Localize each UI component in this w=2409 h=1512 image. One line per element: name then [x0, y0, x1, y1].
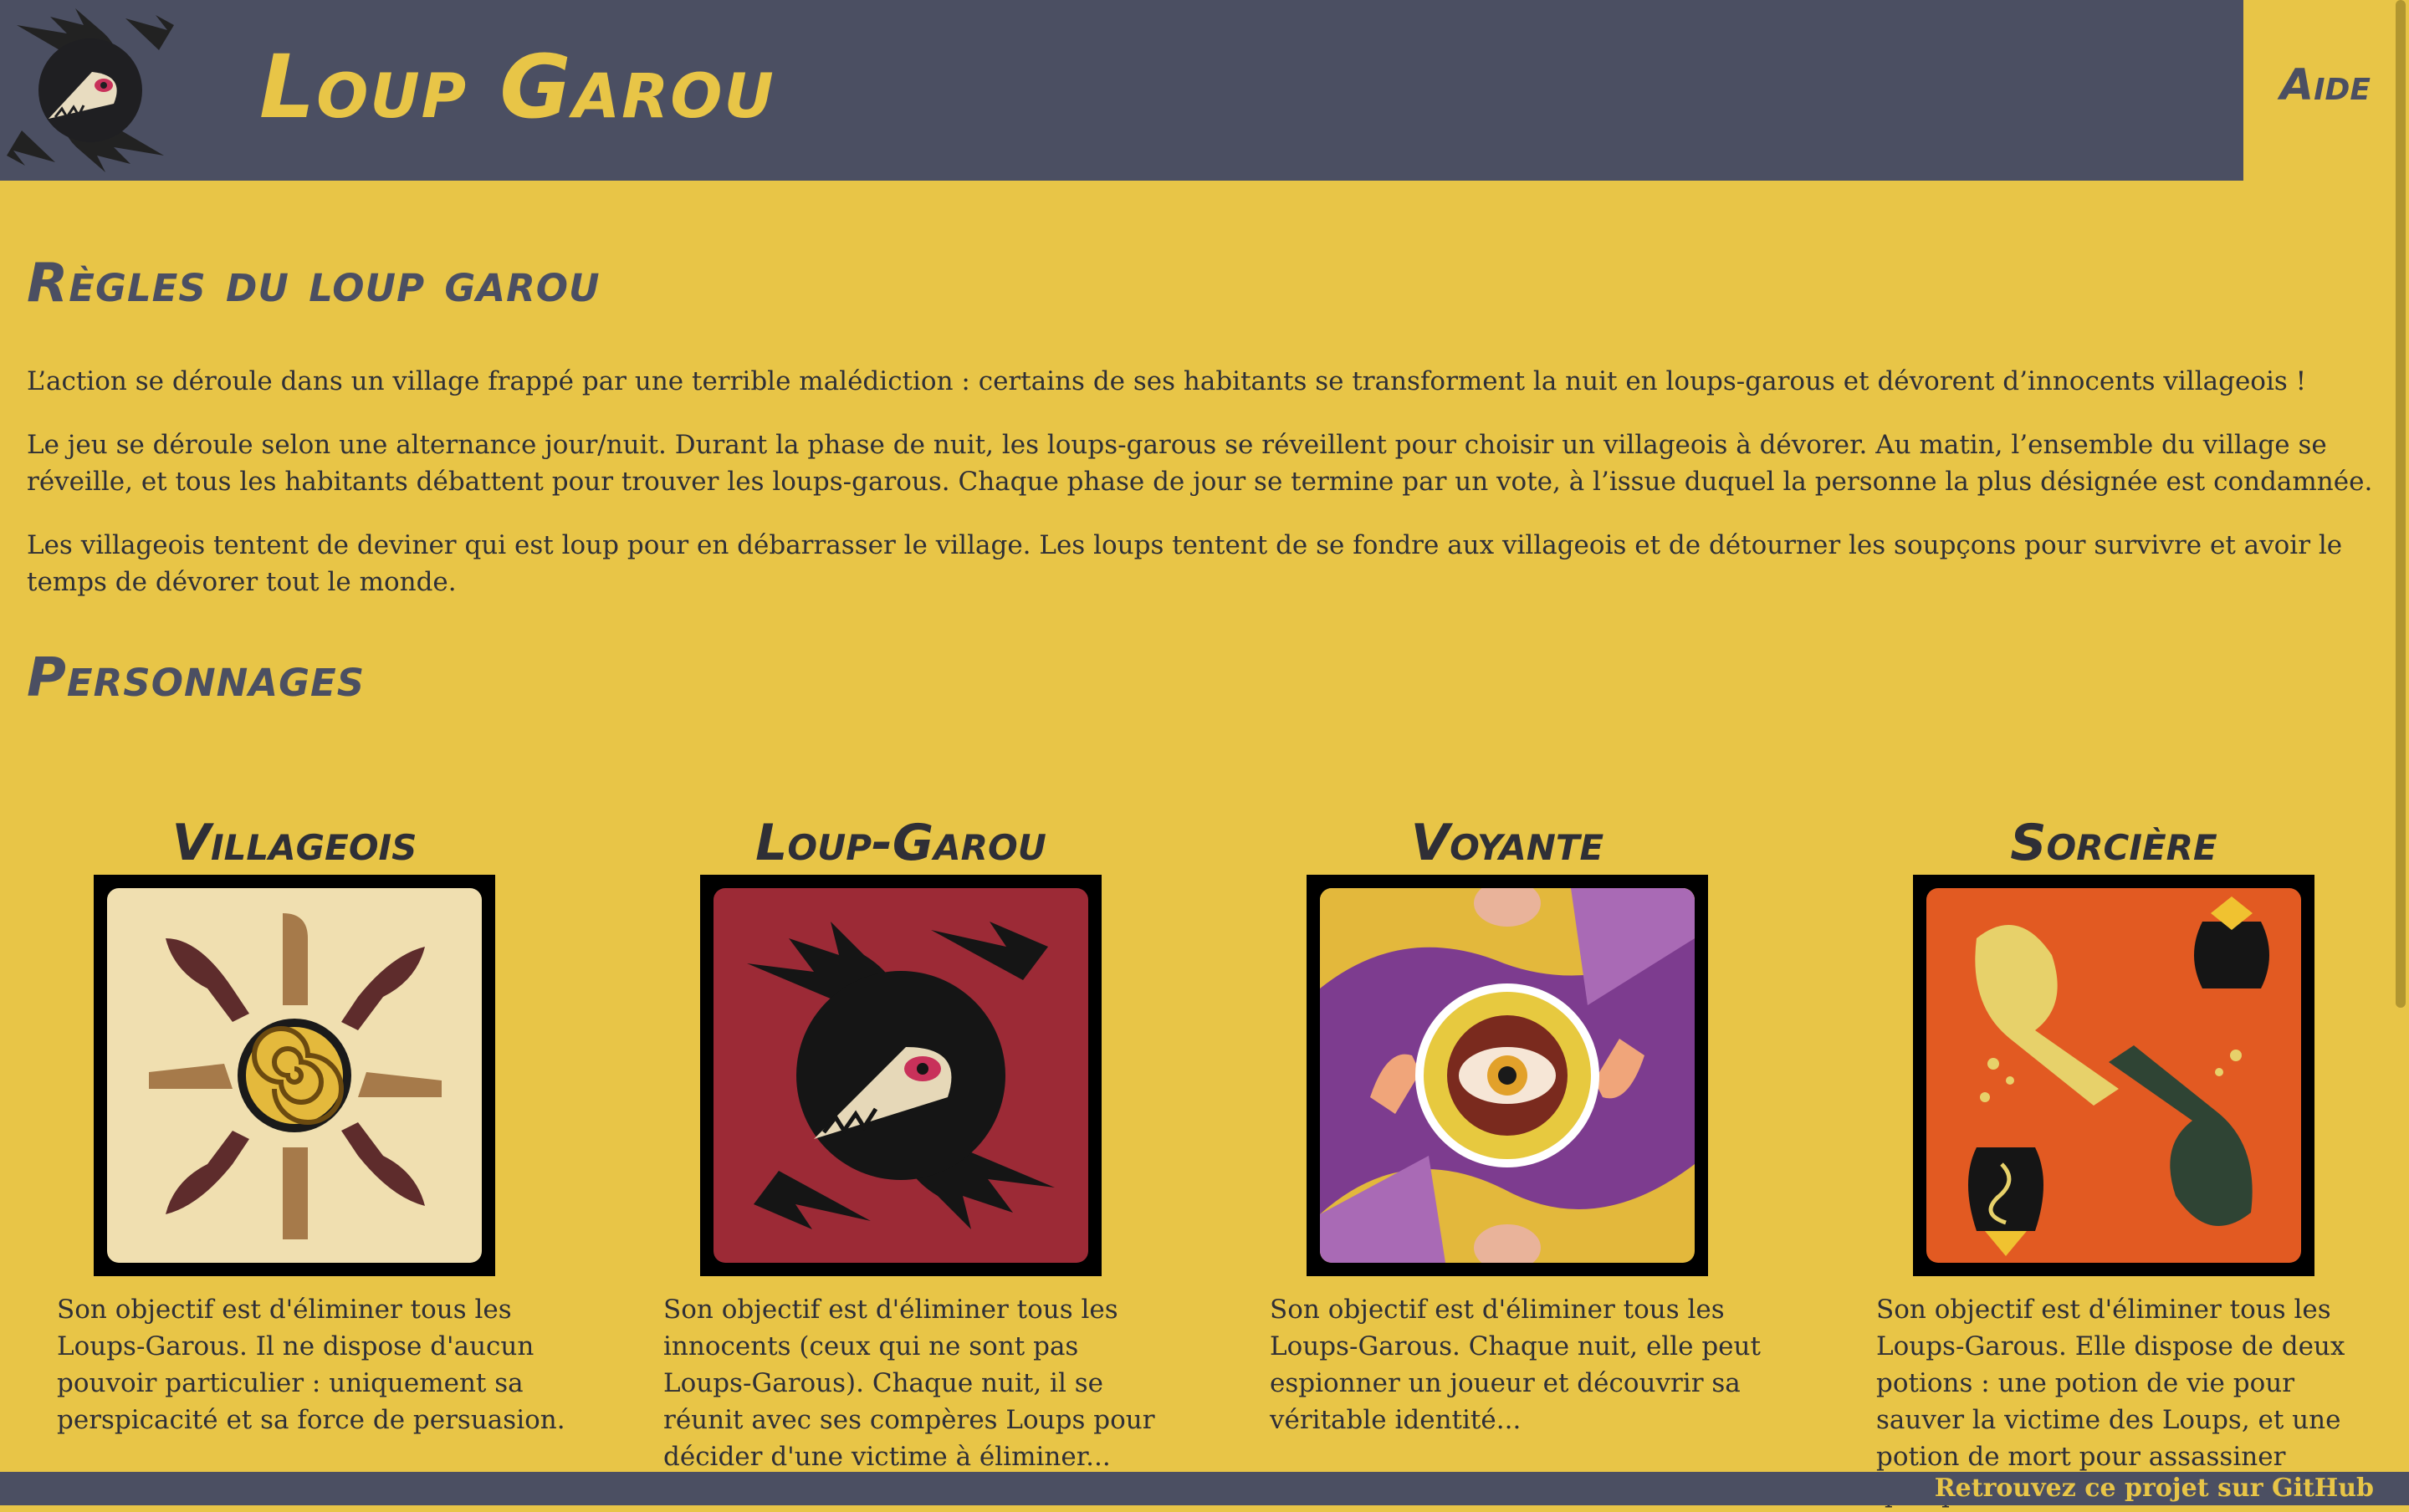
character-image-frame: [700, 875, 1102, 1276]
rules-heading: Règles du loup garou: [27, 253, 601, 314]
rules-paragraph: L’action se déroule dans un village frap…: [27, 366, 2307, 396]
character-name: Voyante: [1410, 814, 1604, 872]
scrollbar-thumb[interactable]: [2396, 0, 2406, 1008]
rules-paragraph: Les villageois tentent de deviner qui es…: [27, 530, 2343, 597]
werewolf-logo-icon[interactable]: [0, 0, 181, 181]
character-description: Son objectif est d'éliminer tous les Lou…: [57, 1295, 565, 1435]
character-image-frame: [1913, 875, 2314, 1276]
character-card-villageois: Villageois Son objectif est d'éliminer t…: [43, 811, 565, 1438]
rules-paragraph: Le jeu se déroule selon une alternance j…: [27, 430, 2373, 497]
werewolf-card-image: [713, 888, 1088, 1263]
character-name: Sorcière: [2010, 814, 2217, 872]
villager-card-image: [107, 888, 482, 1263]
witch-card-image: [1926, 888, 2301, 1263]
character-card-sorciere: Sorcière Son objectif est d'éliminer tou…: [1863, 811, 2365, 1512]
character-image-frame: [1307, 875, 1708, 1276]
character-name: Villageois: [171, 814, 417, 872]
character-description: Son objectif est d'éliminer tous les Lou…: [1270, 1295, 1761, 1435]
character-image-frame: [94, 875, 495, 1276]
scrollbar[interactable]: [2392, 0, 2409, 1472]
characters-heading: Personnages: [27, 647, 366, 709]
character-card-voyante: Voyante Son objectif est d'éliminer tous…: [1256, 811, 1761, 1438]
github-link[interactable]: Retrouvez ce projet sur GitHub: [1935, 1472, 2374, 1505]
footer: Retrouvez ce projet sur GitHub: [0, 1472, 2409, 1505]
site-title: Loup Garou: [259, 36, 775, 138]
character-name: Loup-Garou: [755, 814, 1046, 872]
character-description: Son objectif est d'éliminer tous les inn…: [663, 1295, 1155, 1472]
header: Loup Garou: [0, 0, 2243, 181]
character-card-loup-garou: Loup-Garou Son objectif est d'éliminer t…: [650, 811, 1155, 1475]
seer-card-image: [1320, 888, 1695, 1263]
help-link[interactable]: Aide: [2280, 60, 2371, 110]
